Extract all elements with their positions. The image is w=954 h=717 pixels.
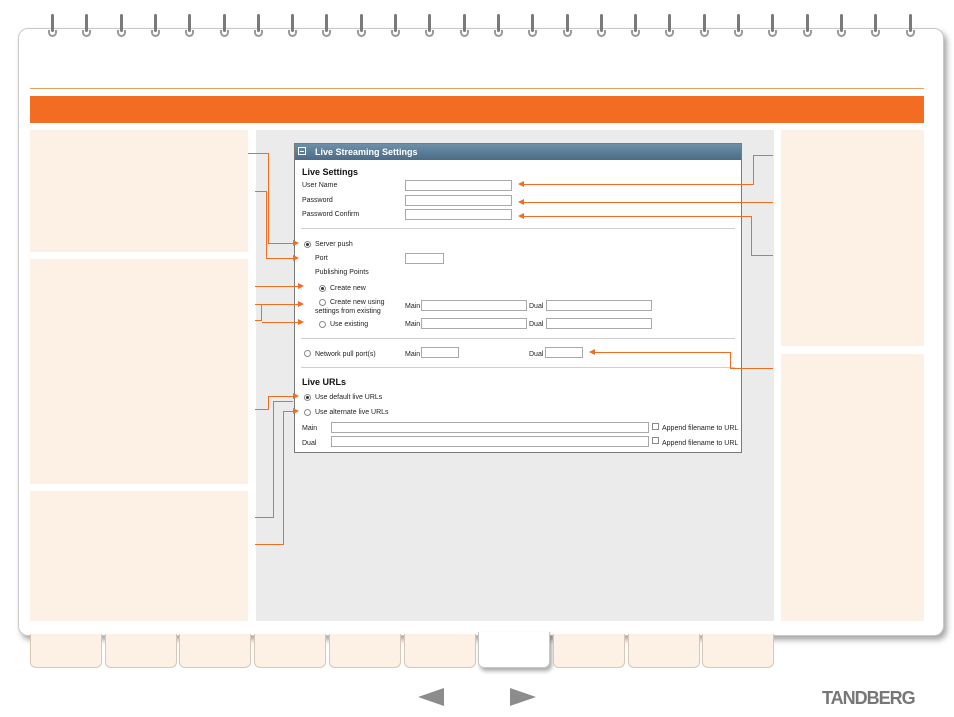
binder-ring — [802, 14, 813, 38]
password-confirm-label: Password Confirm — [302, 211, 360, 218]
dual-label: Dual — [529, 321, 544, 328]
dialog-title-bar: Live Streaming Settings — [295, 144, 741, 160]
append-filename-main-checkbox[interactable] — [652, 423, 659, 430]
password-label: Password — [302, 197, 333, 204]
live-streaming-settings-dialog: Live Streaming Settings Live Settings Us… — [294, 143, 742, 453]
password-input[interactable] — [405, 195, 512, 206]
main-label: Main — [302, 425, 318, 432]
create-new-using-radio[interactable] — [319, 299, 326, 306]
binder-ring — [425, 14, 435, 38]
header-divider — [30, 88, 924, 89]
network-pull-label: Network pull port(s) — [315, 351, 376, 358]
section-tab[interactable] — [552, 634, 625, 668]
left-pane-middle — [30, 259, 248, 484]
binder-ring — [871, 14, 881, 38]
binder-ring — [253, 14, 264, 38]
section-tab[interactable] — [328, 634, 401, 668]
use-default-urls-radio[interactable] — [304, 394, 311, 401]
live-urls-heading: Live URLs — [302, 377, 347, 387]
section-tab[interactable] — [254, 634, 327, 668]
create-new-using-label-2: settings from existing — [315, 308, 381, 315]
existing-dual-input[interactable] — [546, 318, 652, 329]
create-new-label: Create new — [330, 285, 366, 292]
binder-ring — [699, 14, 710, 38]
live-settings-heading: Live Settings — [302, 167, 359, 177]
use-existing-radio[interactable] — [319, 321, 326, 328]
binder-ring — [768, 14, 778, 38]
section-tab[interactable] — [179, 634, 252, 668]
create-new-using-label: Create new using — [330, 299, 385, 306]
append-filename-dual-checkbox[interactable] — [652, 437, 659, 444]
append-filename-main-label: Append filename to URL — [662, 425, 739, 432]
network-pull-main-input[interactable] — [421, 347, 459, 358]
binder-ring — [322, 14, 332, 38]
binder-ring — [734, 14, 744, 38]
alternate-dual-url-input[interactable] — [331, 436, 649, 447]
binder-ring — [356, 14, 367, 38]
binder-ring — [48, 14, 58, 38]
create-new-radio[interactable] — [319, 285, 326, 292]
port-label: Port — [315, 255, 328, 262]
binder-ring — [562, 14, 573, 38]
section-tab[interactable] — [627, 634, 700, 668]
binder-ring — [836, 14, 847, 38]
network-pull-dual-input[interactable] — [545, 347, 583, 358]
binder-ring — [631, 14, 641, 38]
left-pane-top — [30, 130, 248, 252]
create-using-dual-input[interactable] — [546, 300, 652, 311]
dialog-title: Live Streaming Settings — [315, 147, 418, 157]
binder-ring — [288, 14, 298, 38]
use-alternate-urls-label: Use alternate live URLs — [315, 409, 389, 416]
use-default-urls-label: Use default live URLs — [315, 394, 383, 401]
binder-ring — [391, 14, 401, 38]
section-tab[interactable] — [403, 634, 476, 668]
separator — [301, 367, 735, 368]
binder-ring — [493, 14, 504, 38]
create-using-main-input[interactable] — [421, 300, 527, 311]
next-page-arrow[interactable] — [510, 688, 536, 706]
section-tab[interactable] — [30, 634, 102, 668]
dual-label: Dual — [302, 440, 317, 447]
tandberg-logo: TANDBERG — [822, 688, 916, 708]
publishing-points-label: Publishing Points — [315, 269, 369, 276]
server-push-radio[interactable] — [304, 241, 311, 248]
alternate-main-url-input[interactable] — [331, 422, 649, 433]
collapse-icon[interactable] — [298, 147, 306, 155]
previous-page-arrow[interactable] — [418, 688, 444, 706]
dual-label: Dual — [529, 351, 544, 358]
section-tab[interactable] — [478, 632, 551, 668]
binder-ring — [219, 14, 230, 38]
main-label: Main — [405, 321, 421, 328]
password-confirm-input[interactable] — [405, 209, 512, 220]
separator — [301, 338, 735, 339]
user-name-input[interactable] — [405, 180, 512, 191]
append-filename-dual-label: Append filename to URL — [662, 440, 739, 447]
use-existing-label: Use existing — [330, 321, 369, 328]
separator — [301, 228, 735, 229]
left-pane-bottom — [30, 491, 248, 621]
binder-ring — [185, 14, 195, 38]
dual-label: Dual — [529, 303, 544, 310]
right-pane-bottom — [781, 354, 924, 621]
server-push-label: Server push — [315, 241, 353, 248]
binder-ring — [528, 14, 538, 38]
binder-ring — [82, 14, 92, 38]
binder-ring — [459, 14, 470, 38]
binder-ring — [596, 14, 607, 38]
use-alternate-urls-radio[interactable] — [304, 409, 311, 416]
binder-ring — [116, 14, 127, 38]
section-tab[interactable] — [702, 634, 775, 668]
port-input[interactable] — [405, 253, 444, 264]
main-label: Main — [405, 303, 421, 310]
right-pane-top — [781, 130, 924, 346]
existing-main-input[interactable] — [421, 318, 527, 329]
main-label: Main — [405, 351, 421, 358]
section-header-bar — [30, 96, 924, 123]
user-name-label: User Name — [302, 182, 338, 189]
section-tab[interactable] — [104, 634, 177, 668]
binder-ring — [665, 14, 675, 38]
binder-ring — [905, 14, 916, 38]
network-pull-radio[interactable] — [304, 350, 311, 357]
binder-ring — [150, 14, 161, 38]
